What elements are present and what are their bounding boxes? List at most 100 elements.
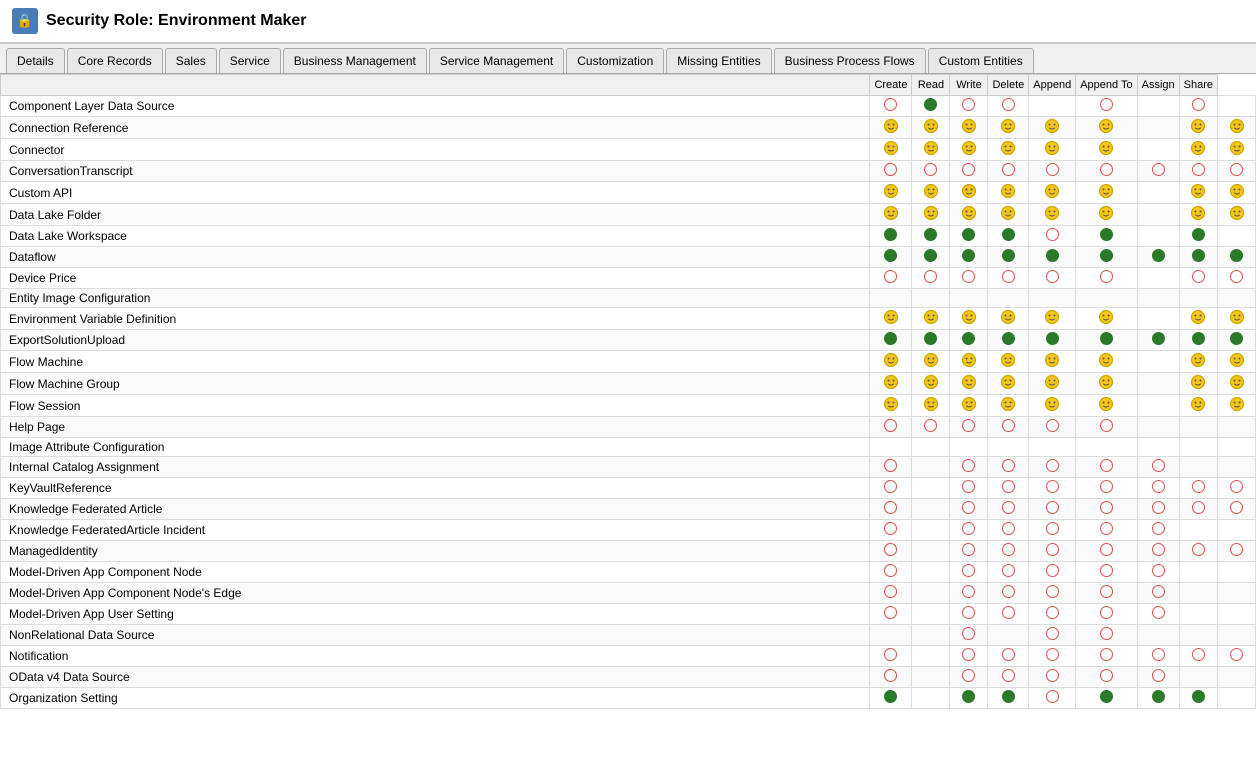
- perm-cell[interactable]: [1179, 247, 1217, 268]
- perm-cell[interactable]: [988, 667, 1029, 688]
- tab-core-records[interactable]: Core Records: [67, 48, 163, 73]
- perm-cell[interactable]: [950, 226, 988, 247]
- perm-cell[interactable]: [1029, 625, 1076, 646]
- perm-cell[interactable]: [1029, 604, 1076, 625]
- perm-cell[interactable]: [950, 667, 988, 688]
- perm-cell[interactable]: [1076, 268, 1137, 289]
- perm-cell[interactable]: [912, 96, 950, 117]
- perm-cell[interactable]: [870, 457, 912, 478]
- perm-cell[interactable]: [870, 667, 912, 688]
- perm-cell[interactable]: [950, 604, 988, 625]
- perm-cell[interactable]: [870, 438, 912, 457]
- perm-cell[interactable]: [1218, 520, 1256, 541]
- perm-cell[interactable]: [1218, 289, 1256, 308]
- perm-cell[interactable]: [988, 457, 1029, 478]
- perm-cell[interactable]: [950, 330, 988, 351]
- perm-cell[interactable]: [1218, 161, 1256, 182]
- perm-cell[interactable]: [1218, 541, 1256, 562]
- perm-cell[interactable]: [950, 308, 988, 330]
- perm-cell[interactable]: [1076, 667, 1137, 688]
- perm-cell[interactable]: [988, 226, 1029, 247]
- perm-cell[interactable]: [870, 96, 912, 117]
- perm-cell[interactable]: [1179, 161, 1217, 182]
- perm-cell[interactable]: [912, 667, 950, 688]
- perm-cell[interactable]: [870, 182, 912, 204]
- perm-cell[interactable]: [950, 351, 988, 373]
- perm-cell[interactable]: [870, 541, 912, 562]
- perm-cell[interactable]: [1179, 351, 1217, 373]
- perm-cell[interactable]: [1076, 499, 1137, 520]
- perm-cell[interactable]: [1179, 226, 1217, 247]
- perm-cell[interactable]: [1137, 139, 1179, 161]
- perm-cell[interactable]: [1029, 268, 1076, 289]
- perm-cell[interactable]: [912, 161, 950, 182]
- perm-cell[interactable]: [1137, 625, 1179, 646]
- perm-cell[interactable]: [988, 351, 1029, 373]
- perm-cell[interactable]: [1218, 330, 1256, 351]
- perm-cell[interactable]: [950, 289, 988, 308]
- perm-cell[interactable]: [1076, 247, 1137, 268]
- perm-cell[interactable]: [1179, 139, 1217, 161]
- perm-cell[interactable]: [1179, 395, 1217, 417]
- perm-cell[interactable]: [912, 226, 950, 247]
- perm-cell[interactable]: [1137, 373, 1179, 395]
- tab-sales[interactable]: Sales: [165, 48, 217, 73]
- perm-cell[interactable]: [1218, 583, 1256, 604]
- perm-cell[interactable]: [1029, 96, 1076, 117]
- perm-cell[interactable]: [1179, 268, 1217, 289]
- perm-cell[interactable]: [912, 117, 950, 139]
- perm-cell[interactable]: [1076, 541, 1137, 562]
- perm-cell[interactable]: [870, 139, 912, 161]
- perm-cell[interactable]: [912, 625, 950, 646]
- perm-cell[interactable]: [1218, 688, 1256, 709]
- perm-cell[interactable]: [1218, 667, 1256, 688]
- perm-cell[interactable]: [912, 373, 950, 395]
- perm-cell[interactable]: [950, 139, 988, 161]
- perm-cell[interactable]: [1179, 182, 1217, 204]
- perm-cell[interactable]: [1137, 562, 1179, 583]
- perm-cell[interactable]: [1179, 289, 1217, 308]
- perm-cell[interactable]: [1076, 438, 1137, 457]
- tab-custom-entities[interactable]: Custom Entities: [928, 48, 1034, 73]
- perm-cell[interactable]: [988, 562, 1029, 583]
- perm-cell[interactable]: [988, 247, 1029, 268]
- perm-cell[interactable]: [1218, 646, 1256, 667]
- perm-cell[interactable]: [988, 417, 1029, 438]
- perm-cell[interactable]: [1218, 117, 1256, 139]
- perm-cell[interactable]: [1179, 688, 1217, 709]
- perm-cell[interactable]: [1029, 373, 1076, 395]
- perm-cell[interactable]: [1029, 417, 1076, 438]
- perm-cell[interactable]: [870, 161, 912, 182]
- perm-cell[interactable]: [870, 373, 912, 395]
- tab-missing-entities[interactable]: Missing Entities: [666, 48, 771, 73]
- perm-cell[interactable]: [1218, 438, 1256, 457]
- tab-service[interactable]: Service: [219, 48, 281, 73]
- perm-cell[interactable]: [1218, 226, 1256, 247]
- perm-cell[interactable]: [1218, 373, 1256, 395]
- perm-cell[interactable]: [870, 478, 912, 499]
- tab-service-management[interactable]: Service Management: [429, 48, 564, 73]
- perm-cell[interactable]: [1137, 478, 1179, 499]
- perm-cell[interactable]: [1029, 308, 1076, 330]
- perm-cell[interactable]: [988, 478, 1029, 499]
- perm-cell[interactable]: [1137, 667, 1179, 688]
- tab-details[interactable]: Details: [6, 48, 65, 73]
- perm-cell[interactable]: [1137, 583, 1179, 604]
- perm-cell[interactable]: [988, 96, 1029, 117]
- perm-cell[interactable]: [1179, 96, 1217, 117]
- perm-cell[interactable]: [950, 117, 988, 139]
- perm-cell[interactable]: [1179, 330, 1217, 351]
- perm-cell[interactable]: [1137, 457, 1179, 478]
- perm-cell[interactable]: [988, 438, 1029, 457]
- perm-cell[interactable]: [1029, 457, 1076, 478]
- perm-cell[interactable]: [1218, 457, 1256, 478]
- perm-cell[interactable]: [1029, 247, 1076, 268]
- perm-cell[interactable]: [1137, 646, 1179, 667]
- perm-cell[interactable]: [1076, 308, 1137, 330]
- perm-cell[interactable]: [988, 373, 1029, 395]
- perm-cell[interactable]: [1179, 438, 1217, 457]
- perm-cell[interactable]: [1179, 499, 1217, 520]
- perm-cell[interactable]: [1218, 247, 1256, 268]
- perm-cell[interactable]: [870, 417, 912, 438]
- perm-cell[interactable]: [912, 182, 950, 204]
